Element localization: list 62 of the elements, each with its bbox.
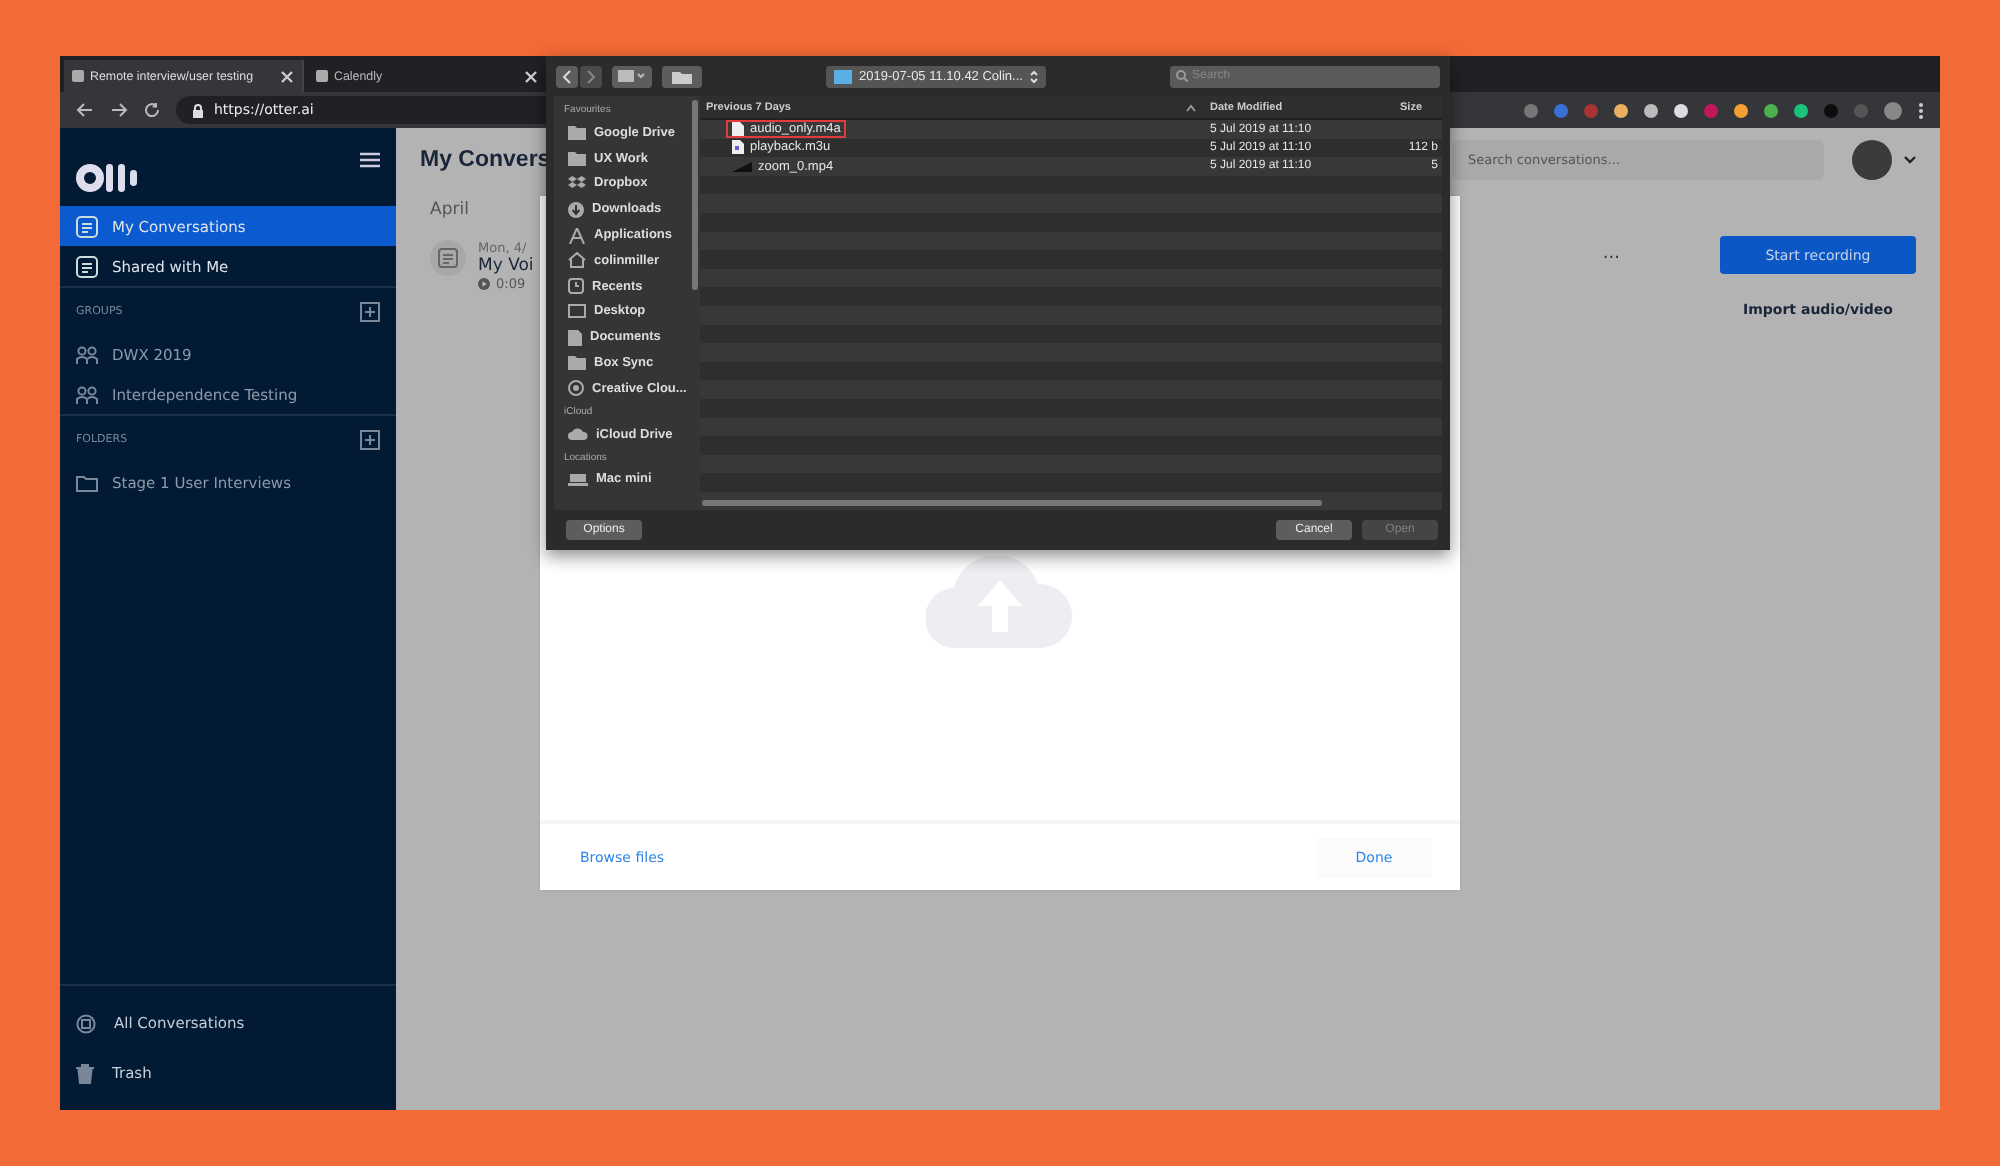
document-icon <box>76 255 98 277</box>
avatar[interactable] <box>1852 140 1892 180</box>
new-folder-button[interactable] <box>662 65 702 87</box>
menu-icon[interactable] <box>360 152 380 168</box>
back-icon <box>562 69 572 83</box>
play-icon <box>478 278 490 290</box>
month-heading: April <box>430 200 471 220</box>
forward-icon <box>586 69 596 83</box>
more-button[interactable]: ... <box>1602 244 1620 1110</box>
people-icon <box>76 385 98 403</box>
cloud-upload-icon <box>926 556 1074 648</box>
extension-icon[interactable] <box>1734 103 1748 117</box>
computer-icon <box>568 473 588 486</box>
view-menu-button[interactable] <box>612 65 652 87</box>
file-icon <box>732 140 744 155</box>
stepper-icon <box>1030 69 1039 83</box>
cloud-icon <box>568 428 588 441</box>
document-icon <box>568 329 582 346</box>
back-button[interactable] <box>556 65 578 87</box>
stack-icon <box>76 1013 96 1033</box>
forward-button[interactable] <box>580 65 602 87</box>
folder-icon <box>833 69 852 83</box>
reload-icon[interactable] <box>144 102 160 118</box>
folder-icon <box>568 356 586 371</box>
extension-icon[interactable] <box>1764 103 1778 117</box>
favicon-icon <box>316 70 328 82</box>
back-icon[interactable] <box>76 102 94 118</box>
close-icon[interactable] <box>280 69 294 83</box>
sort-icon[interactable] <box>1186 103 1196 111</box>
forward-icon[interactable] <box>110 102 128 118</box>
trash-icon <box>76 1063 94 1083</box>
folder-icon <box>672 69 692 83</box>
add-icon[interactable] <box>360 302 380 322</box>
profile-icon[interactable] <box>1884 101 1902 119</box>
extension-icon[interactable] <box>1794 103 1808 117</box>
download-icon <box>568 201 584 218</box>
caret-icon[interactable] <box>1904 156 1916 164</box>
scrollbar[interactable] <box>692 100 698 290</box>
add-icon[interactable] <box>360 430 380 450</box>
desktop-icon <box>568 304 586 319</box>
document-icon <box>76 215 98 237</box>
view-icon <box>618 70 646 82</box>
file-icon <box>732 122 744 137</box>
box-icon <box>568 176 586 191</box>
circles-icon <box>568 380 584 397</box>
folder-icon <box>76 473 98 491</box>
favicon-icon <box>72 70 84 82</box>
search-icon <box>1176 70 1189 82</box>
home-icon <box>568 252 586 269</box>
lock-icon <box>192 103 204 117</box>
document-icon <box>430 240 466 276</box>
apps-icon <box>568 227 586 244</box>
video-file-icon <box>732 161 752 172</box>
menu-icon[interactable] <box>1918 101 1924 119</box>
conversation-title[interactable]: My Voi <box>478 256 534 276</box>
extension-icon[interactable] <box>1614 103 1628 117</box>
scrollbar[interactable] <box>702 500 1322 506</box>
extension-icon[interactable] <box>1644 103 1658 117</box>
extension-icon[interactable] <box>1674 103 1688 117</box>
people-icon <box>76 345 98 363</box>
clock-icon <box>568 278 584 295</box>
close-icon[interactable] <box>524 69 538 83</box>
